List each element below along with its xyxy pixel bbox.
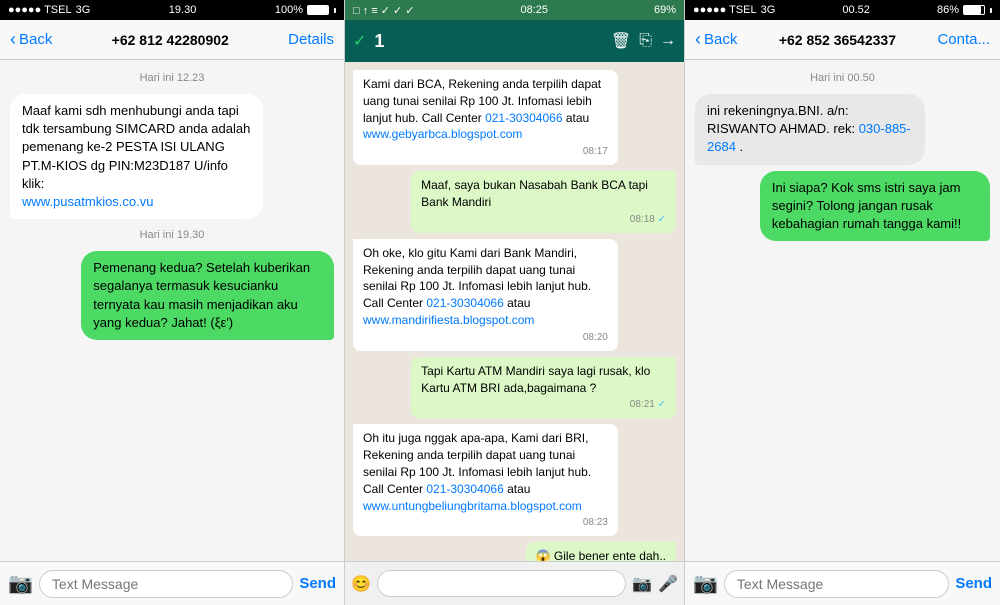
wa-time-1: 08:18 ✓	[421, 213, 666, 227]
send-button[interactable]: Send	[299, 575, 336, 592]
wa-count-badge: 1	[374, 31, 384, 52]
right-battery-pct: 86%	[937, 4, 959, 16]
wa-text-4: Oh itu juga nggak apa-apa, Kami dari BRI…	[363, 431, 591, 512]
carrier-signal: ●●●●● TSEL	[8, 4, 72, 16]
wa-forward-icon[interactable]: →	[660, 32, 676, 50]
incoming-link-1[interactable]: www.pusatmkios.co.vu	[22, 194, 154, 209]
right-carrier-signal: ●●●●● TSEL	[693, 4, 757, 16]
wa-text-0: Kami dari BCA, Rekening anda terpilih da…	[363, 77, 601, 141]
wa-time: 08:25	[520, 4, 548, 16]
message-row-incoming-1: Maaf kami sdh menhubungi anda tapi tdk t…	[10, 94, 334, 219]
wa-link-2b[interactable]: www.mandirifiesta.blogspot.com	[363, 313, 534, 327]
network-type: 3G	[76, 4, 91, 16]
right-message-row-incoming-1: ini rekeningnya.BNI. a/n: RISWANTO AHMAD…	[695, 94, 990, 165]
right-text-input[interactable]	[724, 570, 949, 598]
right-incoming-text-end: .	[740, 139, 744, 154]
wa-bubble-1: Maaf, saya bukan Nasabah Bank BCA tapi B…	[411, 171, 676, 233]
battery-tip	[334, 8, 336, 13]
wa-message-area: Kami dari BCA, Rekening anda terpilih da…	[345, 62, 684, 561]
right-send-button[interactable]: Send	[955, 575, 992, 592]
back-button[interactable]: ‹ Back	[10, 29, 52, 50]
date-label-2: Hari ini 19.30	[10, 229, 334, 241]
wa-text-2: Oh oke, klo gitu Kami dari Bank Mandiri,…	[363, 246, 591, 327]
battery-icon	[307, 5, 329, 15]
wa-nav-bar: ✓ 1 🗑 ⎘ →	[345, 20, 684, 62]
right-back-arrow-icon: ‹	[695, 29, 701, 50]
wa-link-0a[interactable]: 021-30304066	[485, 111, 562, 125]
battery-pct: 100%	[275, 4, 303, 16]
right-outgoing-text-1: Ini siapa? Kok sms istri saya jam segini…	[772, 180, 961, 231]
wa-trash-icon[interactable]: 🗑	[611, 31, 631, 51]
right-message-row-outgoing-1: Ini siapa? Kok sms istri saya jam segini…	[695, 171, 990, 242]
wa-text-1: Maaf, saya bukan Nasabah Bank BCA tapi B…	[421, 178, 648, 209]
right-back-button[interactable]: ‹ Back	[695, 29, 737, 50]
right-time: 00.52	[842, 4, 870, 16]
left-nav-bar: ‹ Back +62 812 42280902 Details	[0, 20, 344, 60]
wa-status-bar: □ ↑ ≡ ✓ ✓ ✓ 08:25 69%	[345, 0, 684, 20]
wa-battery: 69%	[654, 4, 676, 16]
wa-copy-icon[interactable]: ⎘	[639, 32, 652, 50]
right-back-label: Back	[704, 31, 737, 48]
right-status-bar: ●●●●● TSEL 3G 00.52 86%	[685, 0, 1000, 20]
time: 19.30	[169, 4, 197, 16]
right-input-bar: 📷 Send	[685, 561, 1000, 605]
wa-check-icon[interactable]: ✓	[353, 31, 366, 51]
middle-panel: □ ↑ ≡ ✓ ✓ ✓ 08:25 69% ✓ 1 🗑 ⎘ → Kami dar…	[345, 0, 685, 605]
wa-status-icons: □ ↑ ≡ ✓ ✓ ✓	[353, 4, 415, 17]
wa-mic-icon[interactable]: 🎤	[658, 574, 678, 594]
details-button[interactable]: Details	[288, 31, 334, 48]
incoming-bubble-1: Maaf kami sdh menhubungi anda tapi tdk t…	[10, 94, 263, 219]
wa-text-3: Tapi Kartu ATM Mandiri saya lagi rusak, …	[421, 364, 650, 395]
right-incoming-bubble-1: ini rekeningnya.BNI. a/n: RISWANTO AHMAD…	[695, 94, 925, 165]
right-nav-bar: ‹ Back +62 852 36542337 Conta...	[685, 20, 1000, 60]
wa-emoji-icon[interactable]: 😊	[351, 574, 371, 594]
wa-tick-3: ✓	[658, 399, 666, 410]
right-message-area: Hari ini 00.50 ini rekeningnya.BNI. a/n:…	[685, 60, 1000, 561]
right-outgoing-bubble-1: Ini siapa? Kok sms istri saya jam segini…	[760, 171, 990, 242]
right-contact-button[interactable]: Conta...	[937, 31, 990, 48]
outgoing-bubble-1: Pemenang kedua? Setelah kuberikan segala…	[81, 251, 334, 340]
wa-bubble-5: 😱 Gile bener ente dah.. 08:24 ✓✓	[526, 542, 676, 561]
left-text-input[interactable]	[39, 570, 293, 598]
back-label: Back	[19, 31, 52, 48]
wa-tick-1: ✓	[658, 214, 666, 225]
left-status-bar: ●●●●● TSEL 3G 19.30 100%	[0, 0, 344, 20]
incoming-text-1: Maaf kami sdh menhubungi anda tapi tdk t…	[22, 103, 250, 191]
wa-text-input[interactable]	[377, 570, 626, 597]
wa-camera-icon[interactable]: 📷	[632, 574, 652, 594]
wa-link-2a[interactable]: 021-30304066	[426, 296, 503, 310]
left-message-area: Hari ini 12.23 Maaf kami sdh menhubungi …	[0, 60, 344, 561]
wa-bubble-3: Tapi Kartu ATM Mandiri saya lagi rusak, …	[411, 357, 676, 419]
left-panel: ●●●●● TSEL 3G 19.30 100% ‹ Back +62 812 …	[0, 0, 345, 605]
wa-text-5: 😱 Gile bener ente dah..	[536, 549, 666, 561]
contact-number: +62 812 42280902	[112, 32, 229, 48]
wa-link-0b[interactable]: www.gebyarbca.blogspot.com	[363, 127, 522, 141]
wa-link-4a[interactable]: 021-30304066	[426, 482, 503, 496]
message-row-outgoing-1: Pemenang kedua? Setelah kuberikan segala…	[10, 251, 334, 340]
outgoing-text-1: Pemenang kedua? Setelah kuberikan segala…	[93, 260, 310, 330]
right-battery-tip	[990, 8, 992, 13]
left-input-bar: 📷 Send	[0, 561, 344, 605]
wa-input-bar: 😊 📷 🎤	[345, 561, 684, 605]
wa-time-3: 08:21 ✓	[421, 398, 666, 412]
camera-icon[interactable]: 📷	[8, 571, 33, 596]
right-network-type: 3G	[761, 4, 776, 16]
right-panel: ●●●●● TSEL 3G 00.52 86% ‹ Back +62 852 3…	[685, 0, 1000, 605]
right-camera-icon[interactable]: 📷	[693, 571, 718, 596]
wa-bubble-4: Oh itu juga nggak apa-apa, Kami dari BRI…	[353, 424, 618, 536]
wa-bubble-0: Kami dari BCA, Rekening anda terpilih da…	[353, 70, 618, 165]
wa-bubble-2: Oh oke, klo gitu Kami dari Bank Mandiri,…	[353, 239, 618, 351]
right-contact-number: +62 852 36542337	[779, 32, 896, 48]
right-date-label-1: Hari ini 00.50	[695, 72, 990, 84]
wa-link-4b[interactable]: www.untungbeliungbritama.blogspot.com	[363, 499, 582, 513]
right-incoming-text-1: ini rekeningnya.BNI. a/n: RISWANTO AHMAD…	[707, 103, 855, 136]
right-battery-icon	[963, 5, 985, 15]
wa-time-0: 08:17	[363, 145, 608, 159]
date-label-1: Hari ini 12.23	[10, 72, 334, 84]
back-arrow-icon: ‹	[10, 29, 16, 50]
wa-time-4: 08:23	[363, 516, 608, 530]
wa-time-2: 08:20	[363, 331, 608, 345]
